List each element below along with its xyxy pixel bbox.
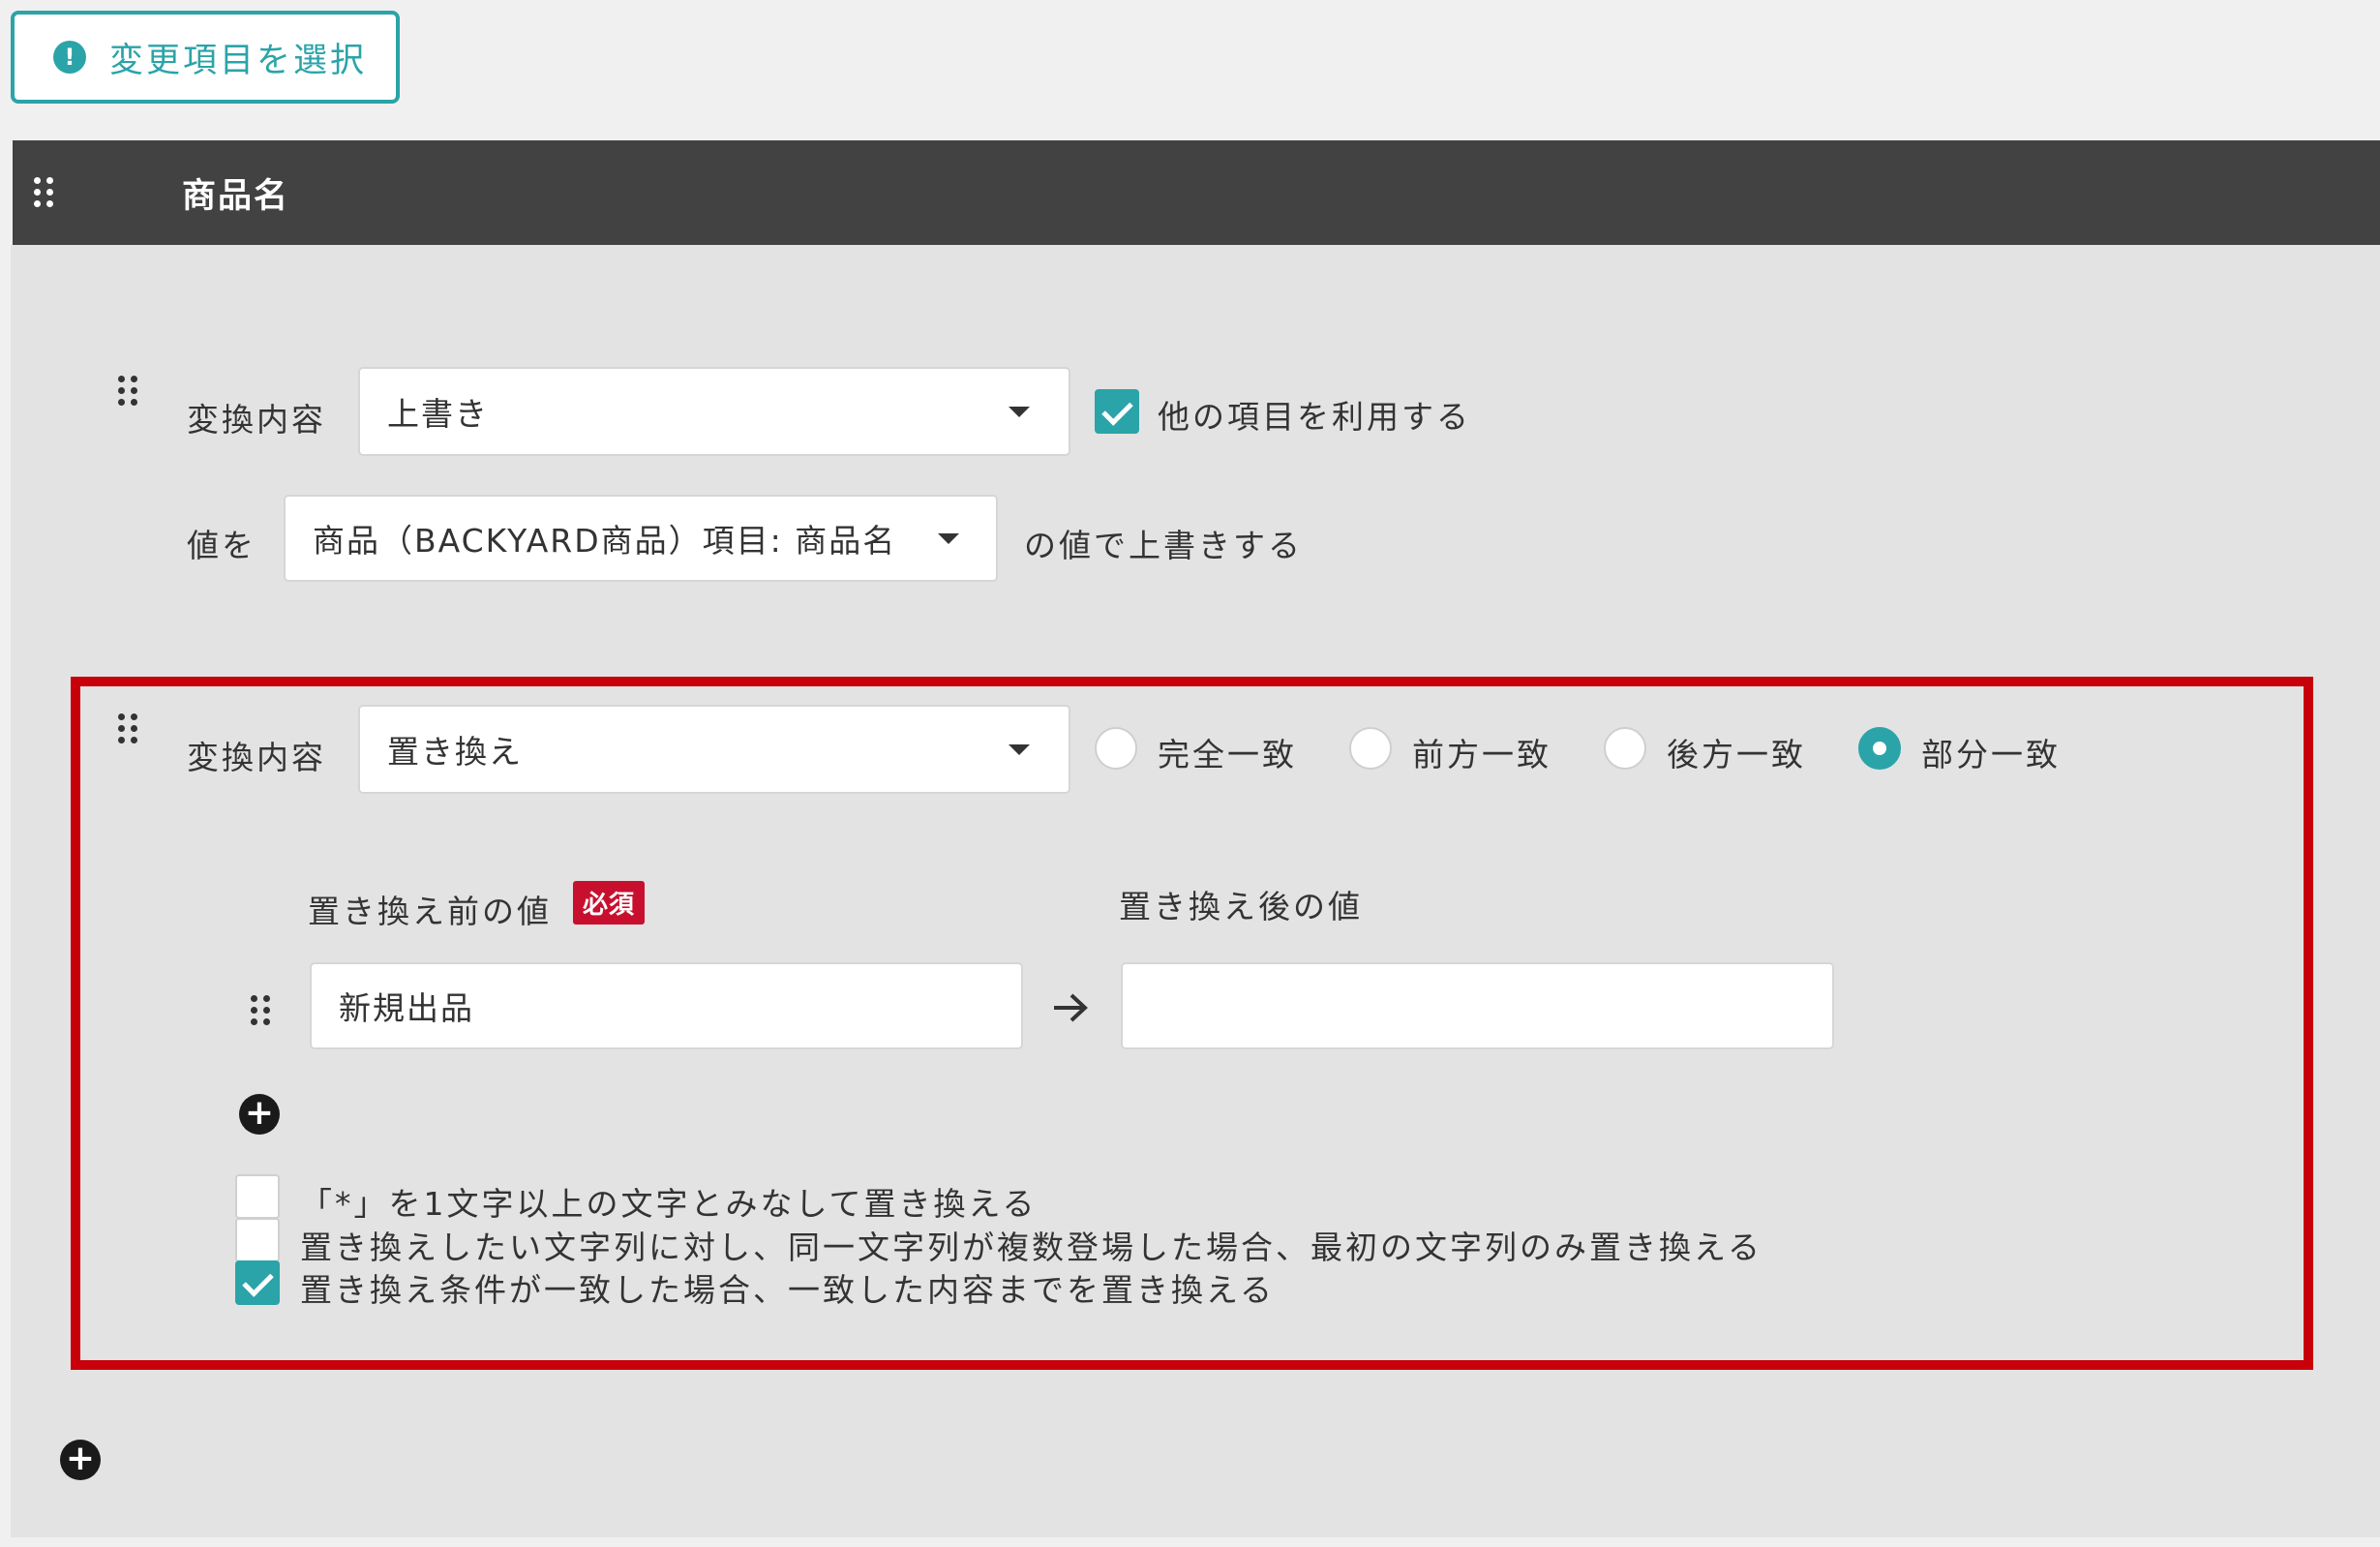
use-other-item-checkbox[interactable] <box>1095 389 1139 434</box>
after-value-label: 置き換え後の値 <box>1119 888 1363 925</box>
rule1-conversion-label: 変換内容 <box>187 401 326 439</box>
wildcard-option-checkbox[interactable] <box>235 1174 280 1219</box>
drag-handle-icon[interactable] <box>34 177 54 208</box>
radio-suffix-match-label: 後方一致 <box>1667 736 1806 774</box>
field-title: 商品名 <box>182 176 290 216</box>
value-prefix-label: 値を <box>187 527 256 564</box>
first-only-option-label: 置き換えしたい文字列に対し、同一文字列が複数登場した場合、最初の文字列のみ置き換… <box>300 1228 1763 1266</box>
rule2-conversion-label: 変換内容 <box>187 739 326 776</box>
value-source-select[interactable]: 商品（BACKYARD商品）項目: 商品名 <box>284 495 998 582</box>
rule1-conversion-select[interactable]: 上書き <box>358 367 1070 456</box>
value-suffix-label: の値で上書きする <box>1024 527 1303 564</box>
rule2-drag-handle-icon[interactable] <box>118 713 138 744</box>
required-badge: 必須 <box>573 881 646 925</box>
match-range-option-checkbox[interactable] <box>235 1260 280 1305</box>
caret-down-icon <box>1009 407 1030 417</box>
add-pair-plus-icon[interactable]: + <box>239 1094 280 1135</box>
rule2-conversion-select[interactable]: 置き換え <box>358 705 1070 794</box>
radio-exact-match[interactable] <box>1095 727 1137 770</box>
rule1-drag-handle-icon[interactable] <box>118 376 138 407</box>
arrow-right-icon <box>1054 993 1088 1022</box>
radio-exact-match-label: 完全一致 <box>1158 736 1297 774</box>
field-header: 商品名 <box>13 140 2380 245</box>
pair-drag-handle-icon[interactable] <box>251 995 271 1026</box>
radio-partial-match-label: 部分一致 <box>1921 736 2061 774</box>
radio-partial-match[interactable] <box>1858 727 1901 770</box>
rule2-conversion-value: 置き換え <box>387 733 523 771</box>
match-range-option-label: 置き換え条件が一致した場合、一致した内容までを置き換える <box>300 1271 1276 1309</box>
use-other-item-label: 他の項目を利用する <box>1158 398 1471 436</box>
select-change-items-label: 変更項目を選択 <box>109 41 368 80</box>
first-only-option-checkbox[interactable] <box>235 1218 280 1262</box>
before-value-input[interactable]: 新規出品 <box>310 962 1023 1049</box>
radio-prefix-match[interactable] <box>1349 727 1392 770</box>
before-value-label: 置き換え前の値 <box>308 893 552 930</box>
value-source-value: 商品（BACKYARD商品）項目: 商品名 <box>313 522 897 560</box>
select-change-items-button[interactable]: ! 変更項目を選択 <box>11 11 400 104</box>
caret-down-icon <box>1009 744 1030 755</box>
rule1-conversion-value: 上書き <box>387 395 489 433</box>
radio-suffix-match[interactable] <box>1604 727 1646 770</box>
after-value-input[interactable] <box>1121 962 1834 1049</box>
radio-prefix-match-label: 前方一致 <box>1412 736 1552 774</box>
wildcard-option-label: 「*」を1文字以上の文字とみなして置き換える <box>300 1185 1038 1223</box>
add-rule-plus-icon[interactable]: + <box>60 1440 101 1480</box>
caret-down-icon <box>938 533 959 544</box>
exclamation-circle-icon: ! <box>53 41 86 74</box>
before-value-text: 新規出品 <box>339 989 474 1027</box>
